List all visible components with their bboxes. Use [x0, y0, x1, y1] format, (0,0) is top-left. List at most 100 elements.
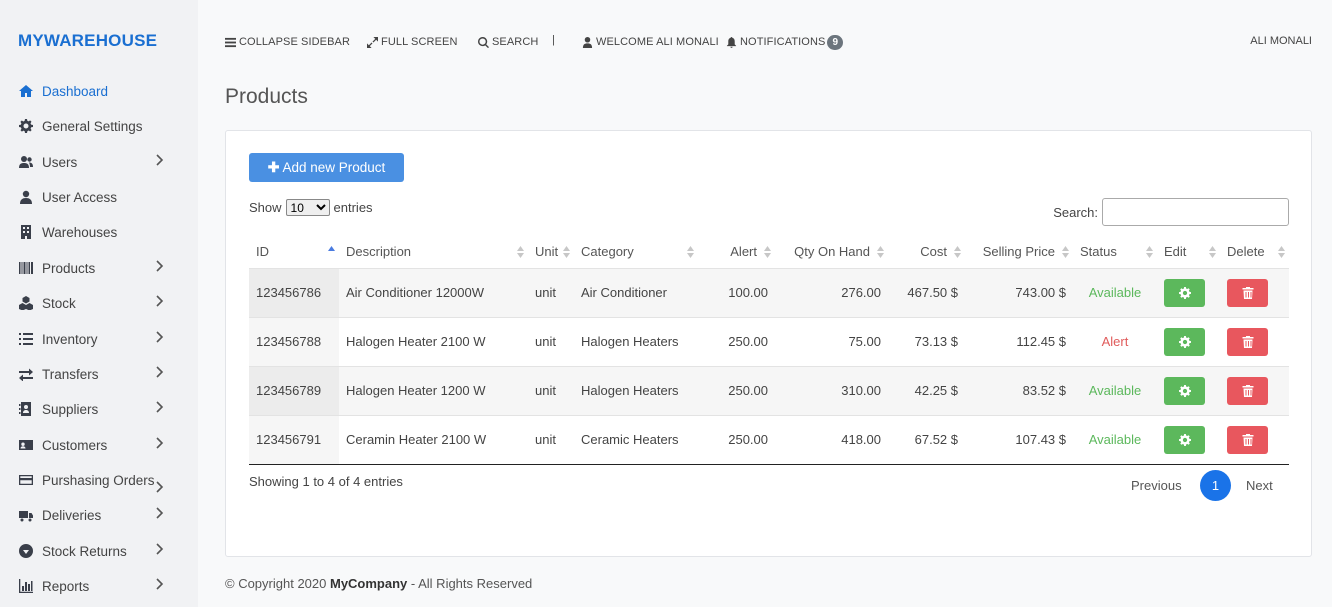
chevron-right-icon — [155, 437, 165, 451]
search-button[interactable]: SEARCH — [478, 35, 538, 49]
table-row[interactable]: 123456786 Air Conditioner 12000W unit Air C… — [249, 267, 1289, 317]
cell-edit — [1157, 414, 1220, 465]
sidebar-item-inventory[interactable]: Inventory — [0, 324, 198, 354]
collapse-sidebar-button[interactable]: COLLAPSE SIDEBAR — [225, 35, 350, 49]
sidebar-item-label: Transfers — [42, 366, 99, 382]
table-search: Search: — [1053, 198, 1289, 226]
sidebar-item-stock-returns[interactable]: Stock Returns — [0, 536, 198, 566]
sidebar-item-label: Stock — [42, 295, 76, 311]
cell-price: 83.52 $ — [965, 365, 1073, 415]
pagination-next[interactable]: Next — [1246, 478, 1273, 493]
sidebar-item-customers[interactable]: Customers — [0, 430, 198, 460]
sort-icon — [764, 245, 771, 259]
entries-per-page-select[interactable]: 10 — [285, 199, 330, 216]
sort-icon — [877, 245, 884, 259]
footer: © Copyright 2020 MyCompany - All Rights … — [225, 576, 532, 591]
notifications-label: NOTIFICATIONS — [740, 36, 826, 48]
cell-alert: 250.00 — [698, 365, 775, 415]
sidebar-item-stock[interactable]: Stock — [0, 288, 198, 318]
column-header-category[interactable]: Category — [574, 235, 698, 268]
column-header-status[interactable]: Status — [1073, 235, 1157, 268]
sidebar-item-suppliers[interactable]: Suppliers — [0, 394, 198, 424]
edit-button[interactable] — [1164, 278, 1205, 307]
footer-suffix: - All Rights Reserved — [407, 576, 533, 591]
user-icon — [18, 189, 34, 205]
delete-button[interactable] — [1227, 425, 1268, 454]
column-header-edit[interactable]: Edit — [1157, 235, 1220, 268]
full-screen-button[interactable]: FULL SCREEN — [367, 35, 458, 49]
column-header-label: Cost — [920, 243, 947, 259]
brand-logo[interactable]: MYWAREHOUSE — [18, 31, 157, 51]
column-header-delete[interactable]: Delete — [1220, 235, 1289, 268]
cell-delete — [1220, 316, 1289, 366]
products-table: ID Description Unit Category Alert Qty On Han… — [249, 235, 1289, 465]
column-header-description[interactable]: Description — [339, 235, 528, 268]
page-title: Products — [225, 85, 308, 108]
expand-icon — [367, 36, 378, 48]
cell-alert: 100.00 — [698, 267, 775, 317]
add-product-label: Add new Product — [282, 160, 386, 175]
show-suffix: entries — [333, 200, 373, 215]
pagination-previous[interactable]: Previous — [1131, 478, 1182, 493]
cubes-icon — [18, 295, 34, 311]
gear-icon — [18, 118, 34, 134]
search-input[interactable] — [1102, 198, 1289, 226]
edit-button[interactable] — [1164, 425, 1205, 454]
column-header-selling-price[interactable]: Selling Price — [965, 235, 1073, 268]
search-label: SEARCH — [492, 36, 539, 48]
address-book-icon — [18, 401, 34, 417]
footer-company[interactable]: MyCompany — [330, 576, 407, 591]
user-menu[interactable]: ALI MONALI — [1250, 35, 1312, 47]
column-header-unit[interactable]: Unit — [528, 235, 574, 268]
add-product-button[interactable]: ✚ Add new Product — [249, 153, 404, 182]
sidebar-item-deliveries[interactable]: Deliveries — [0, 500, 198, 530]
cell-delete — [1220, 365, 1289, 415]
sidebar-item-purshasing-orders[interactable]: Purshasing Orders — [0, 465, 198, 495]
sidebar-item-transfers[interactable]: Transfers — [0, 359, 198, 389]
menu-icon — [225, 37, 236, 47]
cell-status: Available — [1073, 414, 1157, 465]
cell-qty: 418.00 — [775, 414, 888, 465]
trash-icon — [1242, 384, 1254, 397]
cell-id: 123456789 — [249, 365, 339, 415]
table-row[interactable]: 123456789 Halogen Heater 1200 Wunit Haloge… — [249, 365, 1289, 415]
bar-chart-icon — [18, 578, 34, 594]
pagination-page-1[interactable]: 1 — [1200, 470, 1231, 501]
delete-button[interactable] — [1227, 327, 1268, 356]
user-icon — [582, 36, 593, 48]
notifications-button[interactable]: NOTIFICATIONS 9 — [726, 34, 844, 50]
sidebar-item-user-access[interactable]: User Access — [0, 182, 198, 212]
notification-count-badge: 9 — [827, 34, 844, 50]
sidebar-item-label: Customers — [42, 437, 108, 453]
trash-icon — [1242, 433, 1254, 446]
edit-button[interactable] — [1164, 327, 1205, 356]
column-header-alert[interactable]: Alert — [698, 235, 775, 268]
column-header-id[interactable]: ID — [249, 235, 339, 268]
sort-icon — [1062, 245, 1069, 259]
sidebar-item-users[interactable]: Users — [0, 147, 198, 177]
delete-button[interactable] — [1227, 376, 1268, 405]
sidebar-item-warehouses[interactable]: Warehouses — [0, 217, 198, 247]
footer-prefix: © Copyright 2020 — [225, 576, 330, 591]
sidebar-item-label: General Settings — [42, 118, 143, 134]
products-card: ✚ Add new Product Show 10 entries Search… — [225, 130, 1312, 557]
column-header-qty-on-hand[interactable]: Qty On Hand — [775, 235, 888, 268]
table-row[interactable]: 123456791 Ceramin Heater 2100 Wunit Cerami… — [249, 414, 1289, 465]
column-header-cost[interactable]: Cost — [888, 235, 965, 268]
show-prefix: Show — [249, 200, 282, 215]
edit-button[interactable] — [1164, 376, 1205, 405]
search-field-label: Search: — [1053, 204, 1098, 220]
delete-button[interactable] — [1227, 278, 1268, 307]
cell-description: Halogen Heater 2100 W — [339, 316, 528, 366]
building-icon — [18, 224, 34, 240]
cell-description: Halogen Heater 1200 W — [339, 365, 528, 415]
chevron-right-icon — [155, 481, 165, 495]
separator: | — [552, 34, 555, 46]
sidebar-item-reports[interactable]: Reports — [0, 571, 198, 601]
sidebar-item-dashboard[interactable]: Dashboard — [0, 76, 198, 106]
sidebar-item-products[interactable]: Products — [0, 253, 198, 283]
welcome-link[interactable]: WELCOME ALI MONALI — [582, 35, 719, 49]
sidebar-item-general-settings[interactable]: General Settings — [0, 111, 198, 141]
sidebar-item-label: User Access — [42, 189, 118, 205]
table-row[interactable]: 123456788 Halogen Heater 2100 Wunit Haloge… — [249, 316, 1289, 366]
